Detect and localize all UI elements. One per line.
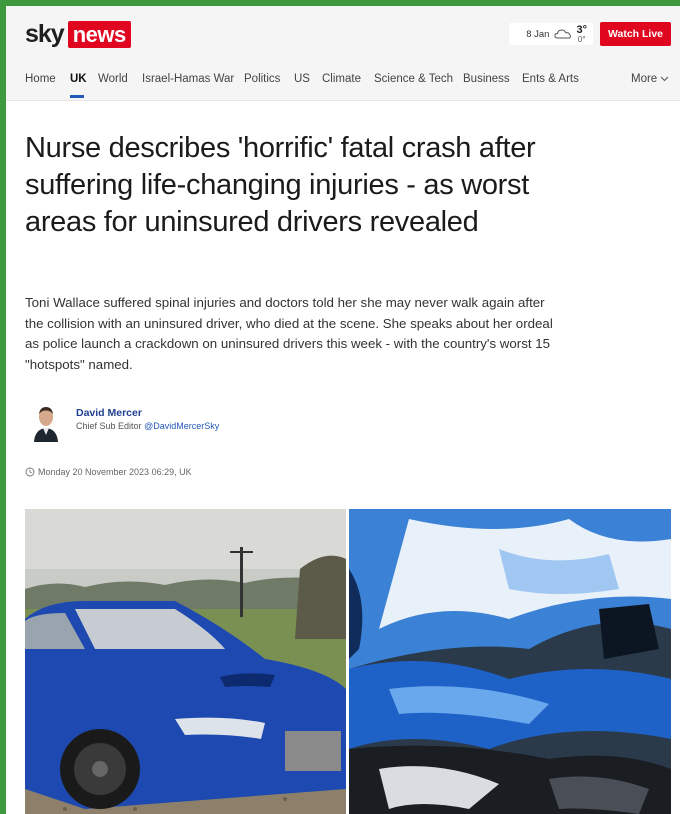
watch-live-button[interactable]: Watch Live xyxy=(600,22,671,46)
article-standfirst: Toni Wallace suffered spinal injuries an… xyxy=(25,295,553,372)
logo-sky-text: sky xyxy=(25,19,65,48)
nav-item-ents-arts[interactable]: Ents & Arts xyxy=(522,73,579,85)
nav-item-home[interactable]: Home xyxy=(25,73,56,85)
nav-more-label: More xyxy=(631,73,658,85)
author-byline: David Mercer Chief Sub Editor @DavidMerc… xyxy=(32,402,432,446)
main-nav: Home UK World Israel-Hamas War Politics … xyxy=(6,64,680,101)
page-frame: sky news 8 Jan 3° 0° Watch Live Home UK … xyxy=(6,6,680,814)
active-tab-indicator xyxy=(70,95,84,98)
author-avatar[interactable] xyxy=(32,402,60,442)
author-role: Chief Sub Editor @DavidMercerSky xyxy=(76,421,219,431)
nav-item-uk[interactable]: UK xyxy=(70,73,87,85)
article-headline: Nurse describes 'horrific' fatal crash a… xyxy=(25,132,536,238)
nav-item-science-tech[interactable]: Science & Tech xyxy=(374,73,453,85)
author-name[interactable]: David Mercer xyxy=(76,407,142,419)
nav-item-business[interactable]: Business xyxy=(463,73,510,85)
cloud-icon xyxy=(554,29,572,39)
nav-item-climate[interactable]: Climate xyxy=(322,73,361,85)
author-twitter-handle[interactable]: @DavidMercerSky xyxy=(144,421,219,431)
sky-news-logo[interactable]: sky news xyxy=(25,20,131,48)
weather-temp-low: 0° xyxy=(577,34,586,44)
weather-temp-high: 3° xyxy=(576,23,587,36)
weather-widget[interactable]: 8 Jan 3° 0° xyxy=(509,23,593,45)
nav-more-button[interactable]: More xyxy=(631,73,669,85)
article-timestamp: Monday 20 November 2023 06:29, UK xyxy=(25,467,192,477)
weather-date: 8 Jan xyxy=(526,28,550,40)
nav-item-us[interactable]: US xyxy=(294,73,310,85)
logo-news-text: news xyxy=(67,20,131,48)
blue-car-photo xyxy=(25,509,346,814)
nav-item-world[interactable]: World xyxy=(98,73,128,85)
chevron-down-icon xyxy=(660,76,669,82)
author-role-title: Chief Sub Editor xyxy=(76,421,142,431)
clock-icon xyxy=(25,467,35,477)
nav-item-politics[interactable]: Politics xyxy=(244,73,280,85)
timestamp-text: Monday 20 November 2023 06:29, UK xyxy=(38,467,192,477)
crash-damage-photo xyxy=(349,509,671,814)
weather-temperature: 3° 0° xyxy=(576,23,587,44)
nav-item-israel-hamas-war[interactable]: Israel-Hamas War xyxy=(142,73,234,85)
site-header: sky news 8 Jan 3° 0° Watch Live xyxy=(6,6,680,64)
